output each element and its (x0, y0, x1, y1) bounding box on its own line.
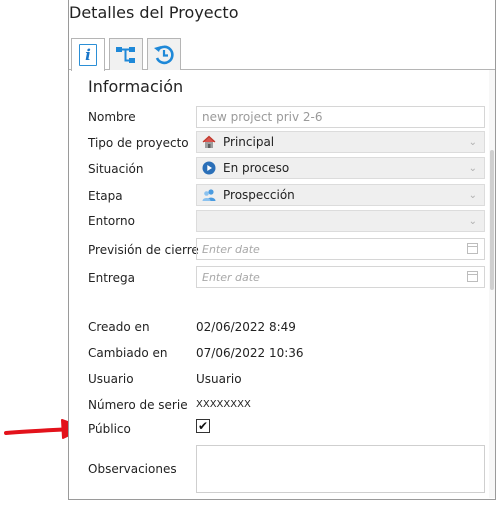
serie-value: XXXXXXXX (196, 399, 251, 410)
nombre-field[interactable]: new project priv 2-6 (196, 106, 485, 128)
nombre-label: Nombre (88, 110, 136, 124)
play-icon (202, 161, 216, 175)
tab-history[interactable] (147, 38, 181, 70)
situacion-value: En proceso (223, 161, 290, 175)
tab-hierarchy[interactable] (109, 38, 143, 70)
scrollbar-thumb[interactable] (490, 150, 494, 290)
serie-label: Número de serie (88, 398, 188, 412)
usuario-label: Usuario (88, 372, 134, 386)
tipo-select[interactable]: Principal ⌄ (196, 131, 485, 153)
info-icon: i (79, 44, 97, 66)
entorno-label: Entorno (88, 214, 135, 228)
tab-bar: i (69, 36, 495, 71)
observaciones-textarea[interactable] (196, 445, 485, 493)
situacion-select[interactable]: En proceso ⌄ (196, 157, 485, 179)
cambiado-label: Cambiado en (88, 346, 168, 360)
etapa-select[interactable]: Prospección ⌄ (196, 184, 485, 206)
calendar-icon[interactable] (467, 243, 478, 254)
section-title: Información (88, 77, 184, 96)
tab-info[interactable]: i (71, 38, 105, 71)
chevron-down-icon: ⌄ (468, 190, 477, 201)
tipo-label: Tipo de proyecto (88, 136, 189, 150)
chevron-down-icon: ⌄ (468, 137, 477, 148)
tipo-value: Principal (223, 135, 275, 149)
scrollbar[interactable] (489, 70, 495, 498)
cambiado-value: 07/06/2022 10:36 (196, 346, 304, 360)
usuario-value: Usuario (196, 372, 242, 386)
chevron-down-icon: ⌄ (468, 216, 477, 227)
entrega-placeholder: Enter date (202, 270, 260, 284)
window-title: Detalles del Proyecto (69, 3, 239, 22)
calendar-icon[interactable] (467, 271, 478, 282)
nombre-value: new project priv 2-6 (202, 110, 323, 124)
entrega-label: Entrega (88, 271, 135, 285)
hierarchy-icon (116, 46, 135, 63)
house-icon (202, 135, 216, 148)
etapa-value: Prospección (223, 188, 295, 202)
publico-checkbox[interactable]: ✔ (196, 419, 210, 433)
chevron-down-icon: ⌄ (468, 163, 477, 174)
people-icon (202, 189, 216, 201)
creado-label: Creado en (88, 320, 150, 334)
history-icon (154, 45, 174, 64)
prevision-placeholder: Enter date (202, 242, 260, 256)
observaciones-label: Observaciones (88, 462, 177, 476)
etapa-label: Etapa (88, 189, 123, 203)
prevision-label: Previsión de cierre (88, 243, 199, 257)
situacion-label: Situación (88, 162, 144, 176)
prevision-date-field[interactable]: Enter date (196, 238, 485, 260)
project-details-window: Detalles del Proyecto i Información Nomb… (68, 0, 496, 500)
publico-label: Público (88, 422, 131, 436)
creado-value: 02/06/2022 8:49 (196, 320, 296, 334)
entorno-select[interactable]: ⌄ (196, 210, 485, 232)
entrega-date-field[interactable]: Enter date (196, 266, 485, 288)
